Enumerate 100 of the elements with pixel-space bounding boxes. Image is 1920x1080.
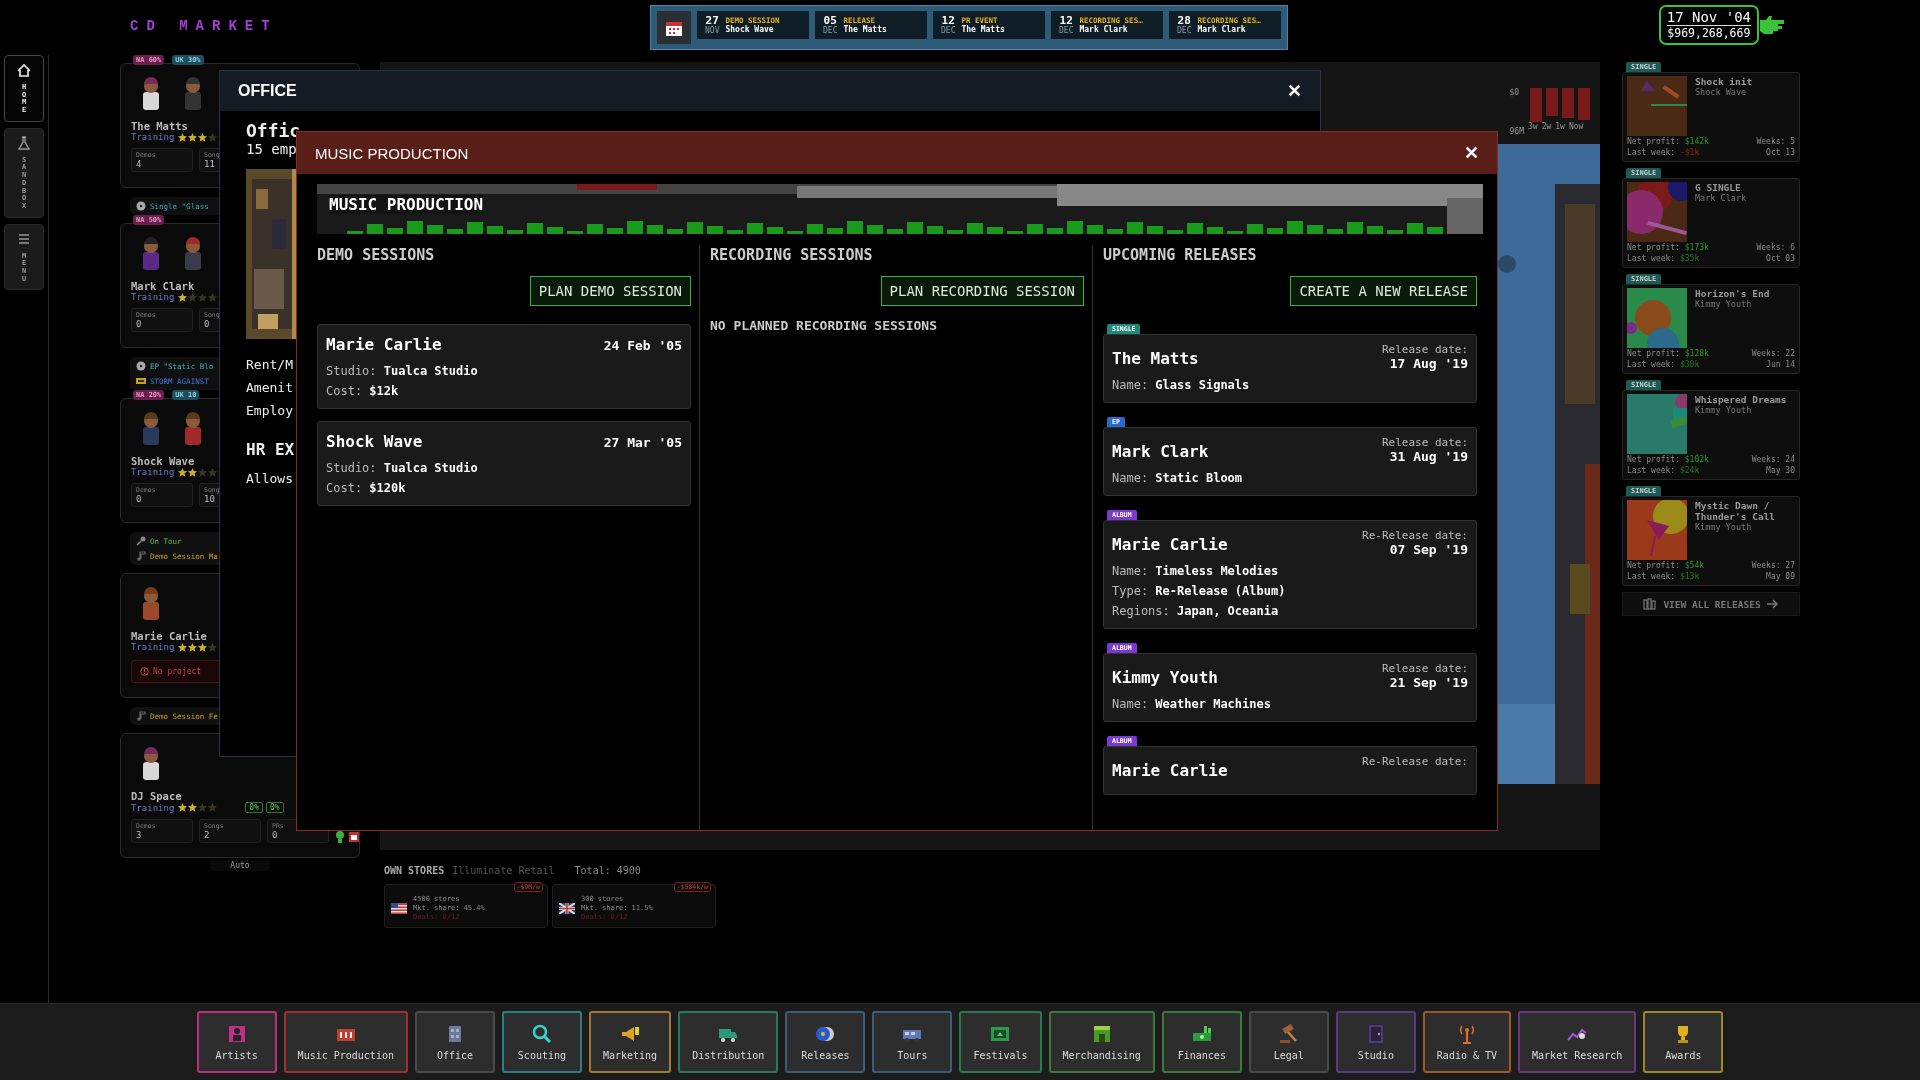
toolbar-button[interactable]: Artists	[196, 1011, 277, 1073]
artist-name: Kimmy Youth	[1112, 668, 1219, 687]
axis-label: 3w	[1528, 122, 1538, 131]
event-month: DEC	[941, 25, 956, 35]
release-date: 31 Aug '19	[1389, 449, 1468, 464]
release-card[interactable]: Shock init Shock Wave Net profit: $142k Weeks: 5 Last week: -$1k Oct 13	[1622, 72, 1800, 162]
release-card[interactable]: Horizon's End Kimmy Youth Net profit: $128k Weeks: 22 Last week: $30k Jun 14	[1622, 284, 1800, 374]
date-label: Re-Release date:	[1362, 755, 1468, 768]
date-label: Release date:	[1381, 343, 1468, 356]
field-text: Name: Weather Machines	[1112, 697, 1271, 711]
session-card[interactable]: Marie Carlie 24 Feb '05 Studio: Tualca Studio Cost: $12k	[317, 324, 691, 409]
toolbar-button[interactable]: Awards	[1643, 1011, 1724, 1073]
employee-count: 15 emp	[246, 141, 297, 157]
last-week: Last week: $24k	[1627, 465, 1700, 476]
toolbar-button[interactable]: Festivals	[959, 1011, 1042, 1073]
release-card[interactable]: Marie Carlie Name: Timeless Melodies Type: Re-Release (Album) Regions: Japan, Oceania Re-Release date: 07 Sep '19	[1103, 520, 1477, 629]
weeks-count: Weeks: 22	[1751, 348, 1795, 359]
artist-name: Marie Carlie	[326, 335, 442, 354]
event-month: NOV	[705, 25, 720, 35]
release-artist: Kimmy Youth	[1695, 405, 1753, 415]
toolbar-button[interactable]: Studio	[1335, 1011, 1416, 1073]
stat-value: 10	[204, 494, 216, 504]
field-text: Cost: $12k	[326, 384, 400, 398]
artist-name: Mark Clark	[1112, 442, 1210, 461]
toolbar-button[interactable]: Marketing	[588, 1011, 672, 1073]
toolbar-button[interactable]: Office	[414, 1011, 495, 1073]
release-date: 07 Sep '19	[1389, 542, 1468, 557]
stat-value: 0	[272, 830, 279, 840]
game-date: 17 Nov '04	[1666, 9, 1751, 26]
logo: CD MARKET	[129, 17, 279, 34]
release-title: Shock init	[1695, 76, 1753, 87]
stat-value: 4	[136, 159, 143, 169]
release-date: 21 Sep '19	[1389, 675, 1468, 690]
event-artist: Mark Clark	[1079, 25, 1129, 34]
toolbar-button[interactable]: Scouting	[501, 1011, 582, 1073]
field-text: Name: Timeless Melodies	[1112, 564, 1280, 578]
field-text: Name: Static Bloom	[1112, 471, 1243, 485]
release-card[interactable]: Whispered Dreams Kimmy Youth Net profit: $102k Weeks: 24 Last week: $24k May 30	[1622, 390, 1800, 480]
axis-label: 2w	[1541, 122, 1552, 131]
stat-value: 3	[136, 830, 143, 840]
release-card[interactable]: The Matts Name: Glass Signals Release date: 17 Aug '19	[1103, 334, 1477, 403]
field-text: Name: Glass Signals	[1112, 378, 1250, 392]
toolbar-button[interactable]: Music Production	[283, 1011, 408, 1073]
column-title: DEMO SESSIONS	[317, 246, 436, 264]
session-card[interactable]: Shock Wave 27 Mar '05 Studio: Tualca Studio Cost: $120k	[317, 421, 691, 506]
training-label: Training	[131, 292, 175, 302]
action-button[interactable]: PLAN DEMO SESSION	[529, 276, 691, 306]
field-text: Type: Re-Release (Album)	[1112, 584, 1286, 598]
warning-text: No project	[153, 667, 202, 676]
view-all-button[interactable]: VIEW ALL RELEASES	[1622, 592, 1800, 616]
toolbar-button[interactable]: Market Research	[1518, 1011, 1637, 1073]
toolbar-button[interactable]: Finances	[1161, 1011, 1242, 1073]
release-card[interactable]: Mark Clark Name: Static Bloom Release date: 31 Aug '19	[1103, 427, 1477, 496]
release-date: 17 Aug '19	[1389, 356, 1468, 371]
action-button[interactable]: CREATE A NEW RELEASE	[1290, 276, 1477, 306]
release-artist: Mark Clark	[1695, 193, 1747, 203]
training-label: Training	[131, 642, 175, 652]
training-label: Training	[131, 467, 175, 477]
release-card[interactable]: Kimmy Youth Name: Weather Machines Release date: 21 Sep '19	[1103, 653, 1477, 722]
money-balance: $969,268,669	[1667, 26, 1751, 41]
release-artist: Shock Wave	[1695, 87, 1748, 97]
weeks-count: Weeks: 5	[1756, 136, 1795, 147]
toolbar-button[interactable]: Legal	[1248, 1011, 1329, 1073]
field-text: Studio: Tualca Studio	[326, 364, 479, 378]
event-day: 12	[941, 15, 955, 26]
net-profit: Net profit: $102k	[1627, 454, 1709, 465]
toolbar-button[interactable]: Distribution	[678, 1011, 779, 1073]
action-button[interactable]: PLAN RECORDING SESSION	[880, 276, 1084, 306]
auto-toggle[interactable]: Auto	[210, 860, 270, 871]
release-card[interactable]: Mystic Dawn / Thunder's Call Kimmy Youth Net profit: $54k Weeks: 27 Last week: $13k May 09	[1622, 496, 1800, 586]
net-profit: Net profit: $173k	[1627, 242, 1709, 253]
toolbar-button[interactable]: Merchandising	[1048, 1011, 1155, 1073]
toolbar-button[interactable]: Radio & TV	[1422, 1011, 1512, 1073]
event-artist: The Matts	[961, 25, 1005, 34]
last-week: Last week: $35k	[1627, 253, 1700, 264]
artist-name: DJ Space	[131, 790, 182, 802]
date-label: Release date:	[1381, 662, 1468, 675]
toolbar-button[interactable]: Tours	[872, 1011, 953, 1073]
session-date: 27 Mar '05	[603, 435, 682, 450]
release-card[interactable]: G SINGLE Mark Clark Net profit: $173k Weeks: 6 Last week: $35k Oct 03	[1622, 178, 1800, 268]
artist-name: Shock Wave	[131, 455, 195, 467]
section-title: OWN STORES	[384, 865, 445, 876]
event-day: 28	[1177, 15, 1191, 26]
column-title: RECORDING SESSIONS	[710, 246, 874, 264]
release-card[interactable]: Marie Carlie Re-Release date:	[1103, 746, 1477, 795]
release-date: Oct 13	[1766, 147, 1795, 158]
window-title: OFFICE	[238, 82, 297, 100]
stat-value: 0	[136, 319, 143, 329]
close-button[interactable]: ✕	[1287, 80, 1302, 102]
artist-name: Shock Wave	[326, 432, 423, 451]
release-artist: Kimmy Youth	[1695, 299, 1753, 309]
release-date: Oct 03	[1766, 253, 1795, 264]
weeks-count: Weeks: 27	[1751, 560, 1795, 571]
last-week: Last week: $13k	[1627, 571, 1700, 582]
stat-value: 0	[204, 319, 211, 329]
office-heading: Offic	[246, 121, 301, 141]
close-button[interactable]: ✕	[1464, 142, 1479, 164]
toolbar-button[interactable]: Releases	[785, 1011, 866, 1073]
axis-label: 1w	[1555, 122, 1565, 131]
event-day: 05	[823, 15, 837, 26]
